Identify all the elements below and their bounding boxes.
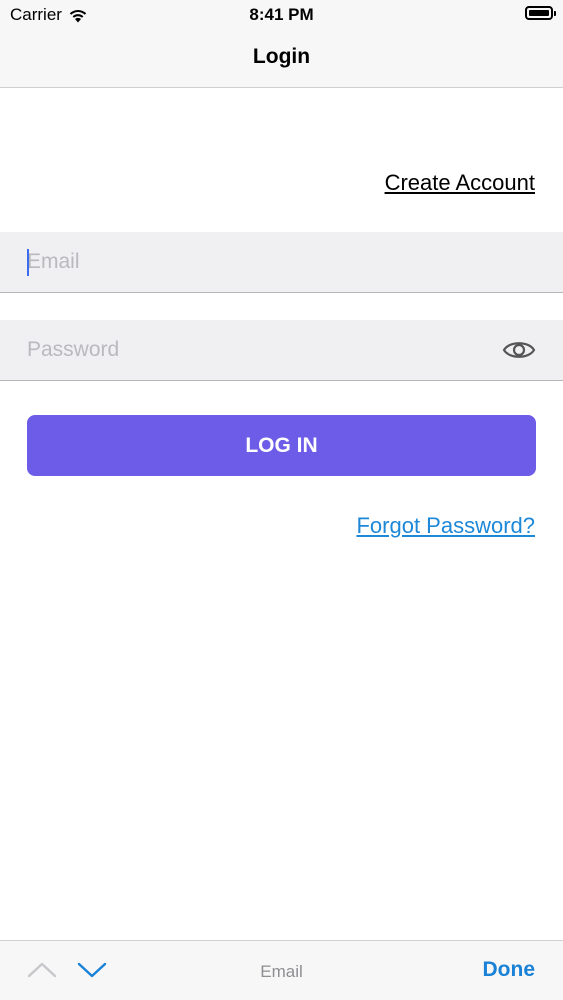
battery-icon — [525, 6, 556, 20]
text-cursor — [27, 249, 29, 276]
login-button[interactable]: LOG IN — [27, 415, 536, 476]
create-account-link[interactable]: Create Account — [385, 170, 535, 196]
email-field-container — [0, 232, 563, 293]
page-title: Login — [252, 45, 311, 68]
eye-icon[interactable] — [502, 336, 536, 364]
navigation-bar: Login — [0, 30, 563, 88]
active-field-label: Email — [260, 962, 303, 981]
login-screen: Carrier 8:41 PM Login Create Account LOG… — [0, 0, 563, 1000]
status-time: 8:41 PM — [249, 5, 314, 24]
password-input[interactable] — [27, 320, 487, 380]
email-input[interactable] — [27, 232, 487, 292]
done-button[interactable]: Done — [483, 958, 536, 982]
forgot-password-link[interactable]: Forgot Password? — [356, 513, 535, 539]
password-field-container — [0, 320, 563, 381]
keyboard-accessory-toolbar: Email Done — [0, 940, 563, 1000]
status-bar: Carrier 8:41 PM — [0, 0, 563, 30]
